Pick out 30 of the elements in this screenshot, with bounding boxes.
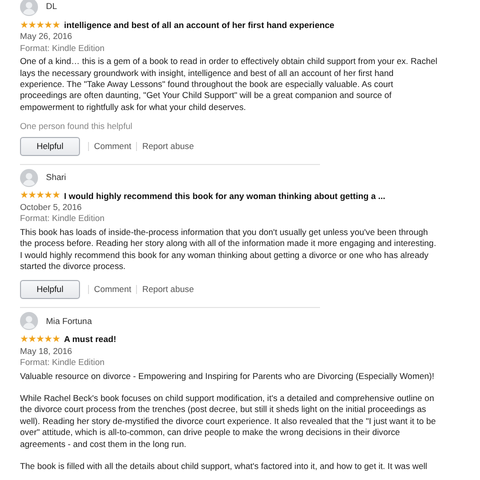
reviewer-name[interactable]: DL: [46, 1, 57, 13]
comment-link[interactable]: Comment: [88, 142, 136, 151]
comment-link[interactable]: Comment: [88, 285, 136, 294]
review-title[interactable]: A must read!: [64, 334, 116, 346]
review-date: May 26, 2016: [20, 31, 74, 43]
review-title[interactable]: I would highly recommend this book for any woman thinking about getting a ...: [64, 190, 386, 202]
review-date: May 18, 2016: [20, 346, 74, 358]
review-text: One of a kind… this is a gem of a book to read in order to effectively obtain child support from your ex. Rachel lays the necessary groundwork with insight, intelligence and best of all an account of her first hand experience. The "Take Away Lessons" found throughout the book are especially valuable. As court proceedings are often daunting, "Get Your Child Support" will be a great companion and source of empowerment to rightfully ask for what your child deserves.: [20, 56, 438, 114]
star-rating: ★★★★★: [20, 20, 60, 31]
review-text: This book has loads of inside-the-process information that you don't usually get unless you've been through the process before. Reading her story along with all of the information made it more engaging and interesting. I would highly recommend this book for any woman thinking about getting a divorce or one who has already started the divorce process.: [20, 226, 438, 272]
review-text: Valuable resource on divorce - Empowering and Inspiring for Parents who are Divorcing (Especially Women)!: [20, 370, 436, 382]
reviewer-name[interactable]: Shari: [46, 172, 66, 184]
review-text: The book is filled with all the details about child support, what's factored into it, and how to get it. It was well: [20, 460, 428, 472]
avatar-icon: [20, 312, 38, 330]
review-date: October 5, 2016: [20, 202, 83, 214]
format-label: Format: Kindle Edition: [20, 357, 106, 368]
report-abuse-link[interactable]: Report abuse: [136, 285, 199, 294]
helpful-button[interactable]: Helpful: [20, 136, 80, 156]
star-rating: ★★★★★: [20, 334, 60, 345]
helpful-count: One person found this helpful: [20, 121, 134, 133]
format-label: Format: Kindle Edition: [20, 42, 106, 54]
review-title[interactable]: intelligence and best of all an account of her first hand experience: [64, 20, 334, 32]
helpful-button[interactable]: Helpful: [20, 280, 80, 300]
avatar-icon: [20, 0, 38, 16]
star-rating: ★★★★★: [20, 191, 60, 202]
report-abuse-link[interactable]: Report abuse: [136, 142, 199, 151]
reviewer-name[interactable]: Mia Fortuna: [46, 316, 92, 327]
format-label: Format: Kindle Edition: [20, 213, 106, 225]
avatar-icon: [20, 168, 38, 187]
review-text: While Rachel Beck's book focuses on child support modification, it's a detailed and comprehensive outline on the divorce court process from the trenches (post decree, but still it sheds light on the initial proceedings as well). Reading her story de-mystified the divorce court experience. It also revealed that the "I just want it to be over" attitude, which is all-to-common, can drive people to make the wrong decisions in their divorce agreements - and cost them in the long run.: [20, 392, 437, 450]
